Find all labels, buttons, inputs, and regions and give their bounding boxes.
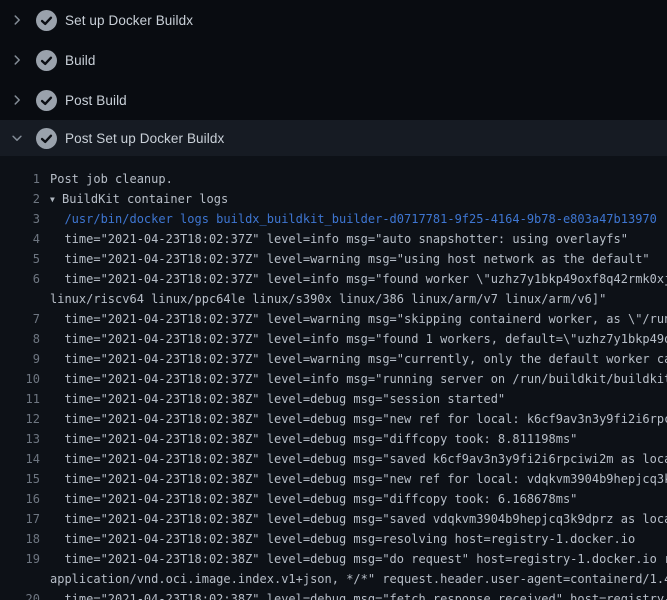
log-line-number[interactable]: 20 — [0, 589, 40, 600]
log-line-number[interactable]: 18 — [0, 529, 40, 549]
log-text: time="2021-04-23T18:02:37Z" level=warnin… — [50, 309, 667, 329]
group-collapse-triangle-icon[interactable]: ▼ — [50, 190, 62, 210]
log-line-number[interactable]: 14 — [0, 449, 40, 469]
log-text: time="2021-04-23T18:02:37Z" level=info m… — [50, 269, 667, 289]
log-group-label[interactable]: BuildKit container logs — [62, 192, 228, 206]
log-line-number[interactable]: 9 — [0, 349, 40, 369]
actions-log-viewer: Set up Docker Buildx Build Post Build Post … — [0, 0, 667, 600]
log-text: time="2021-04-23T18:02:38Z" level=debug … — [50, 449, 667, 469]
log-text: time="2021-04-23T18:02:38Z" level=debug … — [50, 529, 635, 549]
log-line-number[interactable] — [0, 289, 40, 309]
log-line: 1 Post job cleanup. — [0, 169, 667, 189]
log-line-number[interactable] — [0, 569, 40, 589]
log-line: 3 /usr/bin/docker logs buildx_buildkit_b… — [0, 209, 667, 229]
step-row-post-build[interactable]: Post Build — [0, 80, 667, 120]
step-label: Post Build — [65, 93, 127, 108]
log-line: 10 time="2021-04-23T18:02:37Z" level=inf… — [0, 369, 667, 389]
check-circle-icon — [36, 10, 57, 31]
step-label: Build — [65, 53, 96, 68]
log-line-number[interactable]: 7 — [0, 309, 40, 329]
log-text: time="2021-04-23T18:02:38Z" level=debug … — [50, 489, 577, 509]
log-line: 6 time="2021-04-23T18:02:37Z" level=info… — [0, 269, 667, 289]
log-text: time="2021-04-23T18:02:37Z" level=warnin… — [50, 349, 667, 369]
log-line-number[interactable]: 5 — [0, 249, 40, 269]
log-line: 12 time="2021-04-23T18:02:38Z" level=deb… — [0, 409, 667, 429]
log-text: linux/riscv64 linux/ppc64le linux/s390x … — [50, 289, 606, 309]
log-line-number[interactable]: 11 — [0, 389, 40, 409]
log-text: time="2021-04-23T18:02:38Z" level=debug … — [50, 549, 667, 569]
log-line: 14 time="2021-04-23T18:02:38Z" level=deb… — [0, 449, 667, 469]
log-line-continuation: linux/riscv64 linux/ppc64le linux/s390x … — [0, 289, 667, 309]
log-text: time="2021-04-23T18:02:38Z" level=debug … — [50, 509, 667, 529]
check-circle-icon — [36, 128, 57, 149]
chevron-right-icon-wrap — [10, 53, 24, 67]
log-line: 15 time="2021-04-23T18:02:38Z" level=deb… — [0, 469, 667, 489]
log-line-continuation: application/vnd.oci.image.index.v1+json,… — [0, 569, 667, 589]
log-line-number[interactable]: 13 — [0, 429, 40, 449]
log-line: 5 time="2021-04-23T18:02:37Z" level=warn… — [0, 249, 667, 269]
log-line: 9 time="2021-04-23T18:02:37Z" level=warn… — [0, 349, 667, 369]
log-text: time="2021-04-23T18:02:38Z" level=debug … — [50, 469, 667, 489]
chevron-down-icon — [10, 131, 24, 145]
log-line-number[interactable]: 2 — [0, 189, 40, 209]
log-line: 16 time="2021-04-23T18:02:38Z" level=deb… — [0, 489, 667, 509]
log-line-number[interactable]: 12 — [0, 409, 40, 429]
log-panel[interactable]: 1 Post job cleanup. 2 ▼BuildKit container l… — [0, 156, 667, 600]
log-line: 11 time="2021-04-23T18:02:38Z" level=deb… — [0, 389, 667, 409]
log-text: time="2021-04-23T18:02:38Z" level=debug … — [50, 589, 667, 600]
chevron-right-icon — [10, 53, 24, 67]
log-text: time="2021-04-23T18:02:37Z" level=info m… — [50, 369, 667, 389]
log-line: 8 time="2021-04-23T18:02:37Z" level=info… — [0, 329, 667, 349]
log-text: time="2021-04-23T18:02:38Z" level=debug … — [50, 389, 505, 409]
log-line-number[interactable]: 17 — [0, 509, 40, 529]
log-text: time="2021-04-23T18:02:38Z" level=debug … — [50, 429, 577, 449]
log-line-number[interactable]: 10 — [0, 369, 40, 389]
log-line: 19 time="2021-04-23T18:02:38Z" level=deb… — [0, 549, 667, 569]
log-line-number[interactable]: 16 — [0, 489, 40, 509]
log-command-text: /usr/bin/docker logs buildx_buildkit_bui… — [50, 209, 657, 229]
check-circle-icon — [36, 50, 57, 71]
chevron-right-icon-wrap — [10, 93, 24, 107]
step-label: Post Set up Docker Buildx — [65, 131, 224, 146]
log-line-number[interactable]: 1 — [0, 169, 40, 189]
log-text: time="2021-04-23T18:02:37Z" level=warnin… — [50, 249, 650, 269]
log-text: time="2021-04-23T18:02:37Z" level=info m… — [50, 329, 667, 349]
log-line: 18 time="2021-04-23T18:02:38Z" level=deb… — [0, 529, 667, 549]
log-line-number[interactable]: 19 — [0, 549, 40, 569]
log-line: 20 time="2021-04-23T18:02:38Z" level=deb… — [0, 589, 667, 600]
log-text: time="2021-04-23T18:02:38Z" level=debug … — [50, 409, 667, 429]
log-line: 2 ▼BuildKit container logs — [0, 189, 667, 209]
log-line-number[interactable]: 15 — [0, 469, 40, 489]
log-text: application/vnd.oci.image.index.v1+json,… — [50, 569, 667, 589]
log-line: 13 time="2021-04-23T18:02:38Z" level=deb… — [0, 429, 667, 449]
chevron-right-icon — [10, 13, 24, 27]
log-line-number[interactable]: 6 — [0, 269, 40, 289]
log-line-number[interactable]: 8 — [0, 329, 40, 349]
log-line: 7 time="2021-04-23T18:02:37Z" level=warn… — [0, 309, 667, 329]
chevron-right-icon-wrap — [10, 13, 24, 27]
log-text: ▼BuildKit container logs — [50, 189, 228, 209]
step-row-post-set-up-docker-buildx[interactable]: Post Set up Docker Buildx — [0, 120, 667, 156]
chevron-right-icon — [10, 93, 24, 107]
check-circle-icon — [36, 90, 57, 111]
step-row-build[interactable]: Build — [0, 40, 667, 80]
chevron-down-icon-wrap — [10, 131, 24, 145]
log-line: 17 time="2021-04-23T18:02:38Z" level=deb… — [0, 509, 667, 529]
log-text: Post job cleanup. — [50, 169, 173, 189]
log-text: time="2021-04-23T18:02:37Z" level=info m… — [50, 229, 628, 249]
steps-list: Set up Docker Buildx Build Post Build Post … — [0, 0, 667, 156]
log-line-number[interactable]: 4 — [0, 229, 40, 249]
step-row-set-up-docker-buildx[interactable]: Set up Docker Buildx — [0, 0, 667, 40]
log-line-number[interactable]: 3 — [0, 209, 40, 229]
step-label: Set up Docker Buildx — [65, 13, 193, 28]
log-line: 4 time="2021-04-23T18:02:37Z" level=info… — [0, 229, 667, 249]
